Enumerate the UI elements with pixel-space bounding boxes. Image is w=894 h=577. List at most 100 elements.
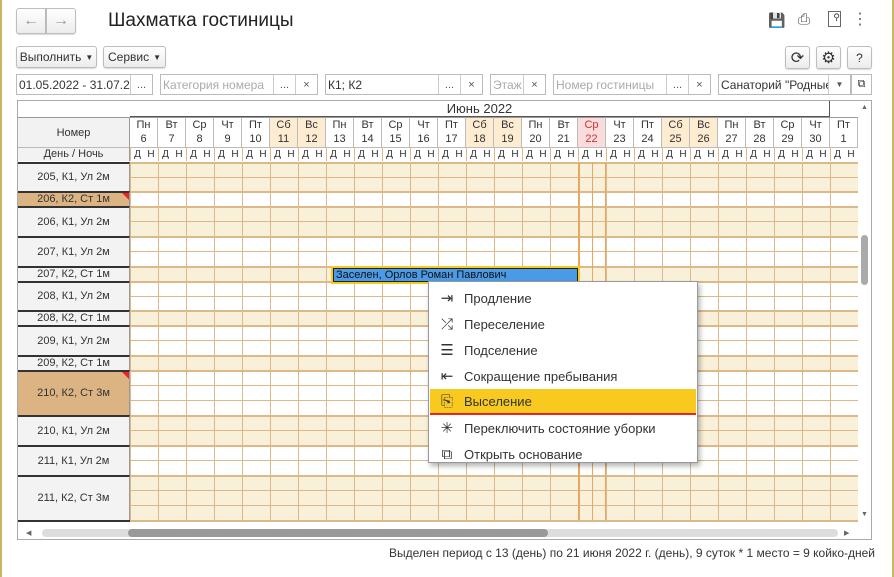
service-button[interactable]: Сервис ▼ bbox=[103, 46, 166, 68]
choose-button[interactable]: ... bbox=[438, 75, 460, 94]
day-header[interactable]: Вс 19 bbox=[494, 117, 522, 147]
choose-button[interactable]: ... bbox=[273, 75, 295, 94]
day-letter: Д bbox=[550, 147, 564, 161]
vertical-scroll-thumb[interactable] bbox=[861, 235, 868, 285]
clear-button[interactable]: × bbox=[523, 75, 545, 94]
help-button[interactable]: ? bbox=[847, 46, 872, 69]
day-header[interactable]: Чт 30 bbox=[802, 117, 830, 147]
scroll-right-icon[interactable]: ▶ bbox=[844, 529, 849, 537]
menu-item-indent[interactable]: ☰ Подселение bbox=[430, 337, 696, 363]
room-field[interactable]: Номер гостиницы... × bbox=[553, 74, 711, 95]
day-header[interactable]: Пт 24 bbox=[634, 117, 662, 147]
day-header[interactable]: Ср 8 bbox=[186, 117, 214, 147]
horizontal-scroll-thumb[interactable] bbox=[128, 529, 548, 537]
day-header[interactable]: Пт 10 bbox=[242, 117, 270, 147]
night-letter: Н bbox=[704, 147, 718, 161]
day-letter: Д bbox=[662, 147, 676, 161]
day-header[interactable]: Вт 14 bbox=[354, 117, 382, 147]
room-label[interactable]: 206, К1, Ул 2м bbox=[18, 206, 130, 236]
menu-item-shorten[interactable]: ⇤ Сокращение пребывания bbox=[430, 363, 696, 389]
room-label[interactable]: 207, К2, Ст 1м bbox=[18, 266, 130, 281]
day-number: 25 bbox=[669, 133, 682, 145]
clear-button[interactable]: × bbox=[295, 75, 317, 94]
menu-item-checkout[interactable]: ⎘ Выселение bbox=[430, 389, 696, 415]
menu-item-label: Переключить состояние уборки bbox=[464, 420, 656, 436]
day-header[interactable]: Пт 1 bbox=[830, 117, 858, 147]
day-header[interactable]: Ср 22 bbox=[578, 117, 606, 147]
refresh-button[interactable]: ⟳ bbox=[785, 46, 810, 69]
room-label[interactable]: 211, К1, Ул 2м bbox=[18, 445, 130, 475]
room-label[interactable]: 208, К2, Ст 1м bbox=[18, 310, 130, 325]
print-icon[interactable]: ⎙ bbox=[798, 11, 810, 28]
column-line bbox=[802, 162, 803, 520]
clear-button[interactable]: × bbox=[688, 75, 710, 94]
scroll-left-icon[interactable]: ◀ bbox=[26, 529, 31, 537]
clear-button[interactable]: × bbox=[460, 75, 482, 94]
room-label[interactable]: 209, К1, Ул 2м bbox=[18, 325, 130, 355]
day-header[interactable]: Ср 15 bbox=[382, 117, 410, 147]
weekday-label: Пн bbox=[528, 119, 543, 131]
open-hotel-button[interactable]: ⧉ bbox=[851, 74, 872, 95]
day-header[interactable]: Пн 13 bbox=[326, 117, 354, 147]
choose-button[interactable]: ... bbox=[130, 75, 152, 94]
gear-icon: ⚙ bbox=[821, 49, 836, 67]
day-header[interactable]: Сб 11 bbox=[270, 117, 298, 147]
day-header[interactable]: Вт 7 bbox=[158, 117, 186, 147]
menu-item-magic-wand[interactable]: ✳ Переключить состояние уборки bbox=[430, 415, 696, 441]
day-header[interactable]: Пн 27 bbox=[718, 117, 746, 147]
menu-item-label: Переселение bbox=[464, 316, 545, 332]
day-header[interactable]: Пт 17 bbox=[438, 117, 466, 147]
day-header[interactable]: Пн 6 bbox=[130, 117, 158, 147]
category-field[interactable]: Категория номера... × bbox=[160, 74, 318, 95]
back-button[interactable]: ← bbox=[16, 8, 46, 34]
day-header[interactable]: Чт 23 bbox=[606, 117, 634, 147]
room-label[interactable]: 207, К1, Ул 2м bbox=[18, 236, 130, 266]
column-line bbox=[214, 162, 215, 520]
day-header[interactable]: Сб 18 bbox=[466, 117, 494, 147]
hotel-select[interactable]: Санаторий "Родные г ▼ bbox=[718, 74, 851, 95]
scroll-down-icon[interactable]: ▼ bbox=[861, 511, 868, 518]
shuffle-icon: ⤮ bbox=[440, 315, 453, 333]
room-label[interactable]: 208, К1, Ул 2м bbox=[18, 281, 130, 310]
choose-button[interactable]: ... bbox=[666, 75, 688, 94]
execute-button[interactable]: Выполнить ▼ bbox=[16, 46, 97, 68]
day-header[interactable]: Вс 26 bbox=[690, 117, 718, 147]
day-header[interactable]: Вт 28 bbox=[746, 117, 774, 147]
menu-item-open[interactable]: ⧉ Открыть основание bbox=[430, 441, 696, 467]
room-label[interactable]: 211, К2, Ст 3м bbox=[18, 475, 130, 520]
preview-icon[interactable]: ⚲ bbox=[828, 11, 841, 27]
menu-item-label: Сокращение пребывания bbox=[464, 368, 618, 384]
forward-button[interactable]: → bbox=[46, 8, 76, 34]
dropdown-arrow-icon[interactable]: ▼ bbox=[828, 75, 850, 94]
menu-item-shuffle[interactable]: ⤮ Переселение bbox=[430, 311, 696, 337]
night-letter: Н bbox=[256, 147, 270, 161]
scroll-up-icon[interactable]: ▲ bbox=[861, 104, 868, 111]
column-line bbox=[746, 162, 747, 520]
save-icon[interactable]: 💾 bbox=[768, 12, 785, 29]
day-header[interactable]: Чт 9 bbox=[214, 117, 242, 147]
day-header[interactable]: Чт 16 bbox=[410, 117, 438, 147]
settings-button[interactable]: ⚙ bbox=[816, 46, 841, 69]
night-letter: Н bbox=[648, 147, 662, 161]
weekday-label: Вт bbox=[361, 119, 374, 131]
period-field[interactable]: 01.05.2022 - 31.07.2022... bbox=[16, 74, 153, 95]
menu-item-extend[interactable]: ⇥ Продление bbox=[430, 285, 696, 311]
room-label[interactable]: 210, К1, Ул 2м bbox=[18, 415, 130, 445]
day-header[interactable]: Ср 29 bbox=[774, 117, 802, 147]
night-letter: Н bbox=[508, 147, 522, 161]
day-header[interactable]: Вт 21 bbox=[550, 117, 578, 147]
day-header[interactable]: Сб 25 bbox=[662, 117, 690, 147]
row-bottom bbox=[130, 520, 858, 522]
room-label[interactable]: 205, К1, Ул 2м bbox=[18, 162, 130, 191]
vertical-scrollbar[interactable] bbox=[858, 101, 871, 527]
day-header[interactable]: Пн 20 bbox=[522, 117, 550, 147]
room-label[interactable]: 209, К2, Ст 1м bbox=[18, 355, 130, 370]
room-label[interactable]: 206, К2, Ст 1м bbox=[18, 191, 130, 206]
context-menu: ⇥ Продление ⤮ Переселение ☰ Подселение ⇤ Сокращ… bbox=[428, 281, 698, 463]
floor-field[interactable]: Этаж × bbox=[490, 74, 546, 95]
day-number: 22 bbox=[585, 133, 598, 145]
day-header[interactable]: Вс 12 bbox=[298, 117, 326, 147]
buildings-field[interactable]: К1; К2... × bbox=[325, 74, 483, 95]
more-icon[interactable]: ⋮ bbox=[852, 9, 868, 29]
room-label[interactable]: 210, К2, Ст 3м bbox=[18, 370, 130, 415]
